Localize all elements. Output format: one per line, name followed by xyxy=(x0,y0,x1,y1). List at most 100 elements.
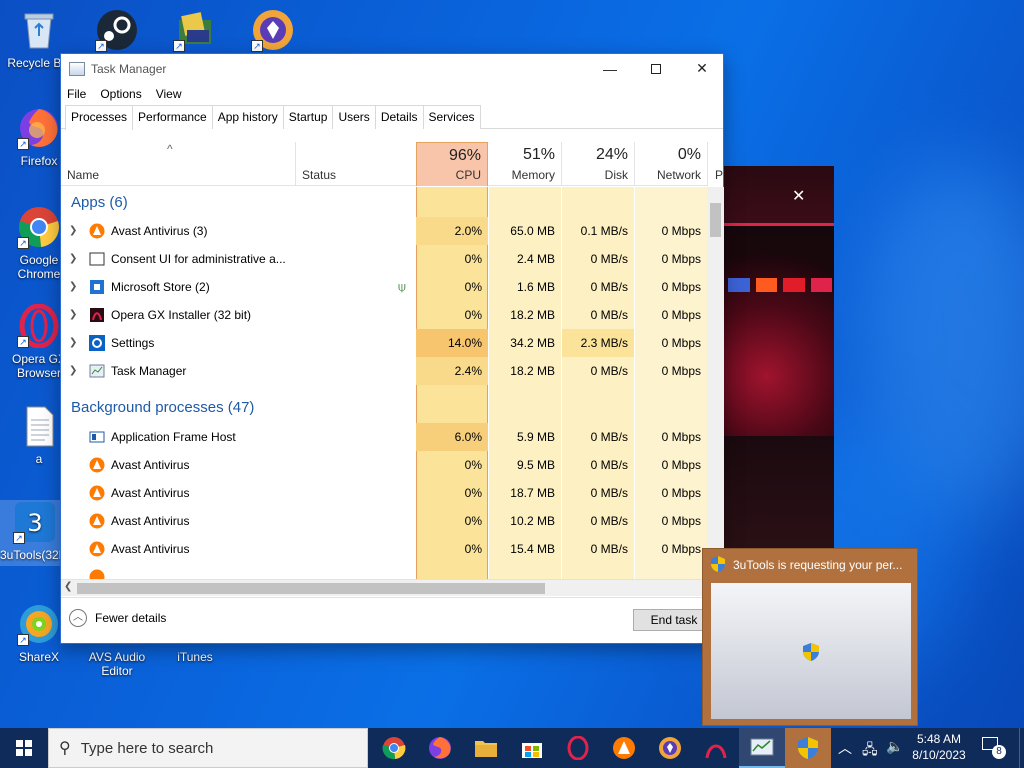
close-button[interactable]: ✕ xyxy=(679,54,725,83)
disk-value: 2.3 MB/s xyxy=(562,329,634,357)
close-icon[interactable]: ✕ xyxy=(792,186,805,206)
table-row[interactable]: Avast Antivirus 0% 18.7 MB 0 MB/s 0 Mbps xyxy=(61,479,707,507)
taskbar-avast-browser[interactable] xyxy=(647,728,693,768)
table-row[interactable]: ❯ Consent UI for administrative a... 0% … xyxy=(61,245,707,273)
disk-percent: 24% xyxy=(595,146,628,163)
column-power[interactable]: P xyxy=(709,142,725,186)
table-row[interactable]: ❯ Avast Antivirus (3) 2.0% 65.0 MB 0.1 M… xyxy=(61,217,707,245)
maximize-button[interactable] xyxy=(633,54,679,83)
table-row[interactable]: ❯ Task Manager 2.4% 18.2 MB 0 MB/s 0 Mbp… xyxy=(61,357,707,385)
window-title: Task Manager xyxy=(91,61,167,76)
expand-chevron-icon[interactable]: ❯ xyxy=(69,365,77,376)
task-manager-window[interactable]: Task Manager — ✕ File Options View Proce… xyxy=(60,53,724,644)
notification-center-button[interactable]: 8 xyxy=(982,737,1006,759)
process-list: Apps (6) ❯ Avast Antivirus (3) 2.0% 65.0… xyxy=(61,187,707,579)
tray-chevron-up-icon[interactable]: ︿ xyxy=(838,738,852,758)
table-row[interactable]: Avast Antivirus 0% 10.2 MB 0 MB/s 0 Mbps xyxy=(61,507,707,535)
taskbar-opera-gx[interactable] xyxy=(555,728,601,768)
table-row[interactable]: ❯ Settings 14.0% 34.2 MB 2.3 MB/s 0 Mbps xyxy=(61,329,707,357)
opera-gx-window[interactable]: ✕ xyxy=(722,166,834,550)
taskbar-store[interactable] xyxy=(509,728,555,768)
volume-icon[interactable]: 🔈 xyxy=(886,738,903,755)
column-network[interactable]: 0% Network xyxy=(635,142,707,186)
table-row[interactable]: ❯ Opera GX Installer (32 bit) 0% 18.2 MB… xyxy=(61,301,707,329)
taskbar-file-explorer[interactable] xyxy=(463,728,509,768)
horizontal-scroll-thumb[interactable] xyxy=(77,583,545,594)
taskbar-avast[interactable] xyxy=(601,728,647,768)
column-memory[interactable]: 51% Memory xyxy=(489,142,561,186)
clock[interactable]: 5:48 AM 8/10/2023 xyxy=(908,731,970,763)
taskbar-search[interactable]: ⚲ Type here to search xyxy=(48,728,368,768)
sharex-icon: ↗ xyxy=(17,602,61,646)
expand-chevron-icon[interactable]: ❯ xyxy=(69,225,77,236)
tab-startup[interactable]: Startup xyxy=(282,105,334,129)
microsoft-store-icon xyxy=(89,279,105,295)
menu-options[interactable]: Options xyxy=(100,87,141,101)
tab-details[interactable]: Details xyxy=(374,105,424,129)
process-name: Task Manager xyxy=(111,364,187,378)
expand-chevron-icon[interactable]: ❯ xyxy=(69,337,77,348)
avast-browser-icon: ↗ xyxy=(251,8,295,52)
show-desktop-button[interactable] xyxy=(1019,728,1024,768)
cpu-label: CPU xyxy=(455,168,481,182)
uac-preview-popup[interactable]: 3uTools is requesting your per... xyxy=(702,548,918,726)
process-name: Microsoft Store (2) xyxy=(111,280,210,294)
menu-file[interactable]: File xyxy=(67,87,86,101)
network-value: 0 Mbps xyxy=(661,514,701,528)
process-name: Avast Antivirus (3) xyxy=(111,224,208,238)
column-header: ^ Name Status 96% CPU 51% Memory 24% Dis… xyxy=(61,142,723,186)
taskbar-opera-installer[interactable] xyxy=(693,728,739,768)
memory-value: 5.9 MB xyxy=(516,430,555,444)
opera-gx-content xyxy=(722,236,834,436)
clock-date: 8/10/2023 xyxy=(912,748,966,762)
memory-value: 18.7 MB xyxy=(510,486,555,500)
end-task-label: End task xyxy=(650,613,698,627)
process-name: Avast Antivirus xyxy=(111,486,190,500)
table-row[interactable]: Avast Antivirus 0% 9.5 MB 0 MB/s 0 Mbps xyxy=(61,451,707,479)
horizontal-scrollbar[interactable]: ❮ ❯ xyxy=(61,579,724,596)
scroll-left-arrow-icon[interactable]: ❮ xyxy=(64,581,72,592)
vertical-scroll-thumb[interactable] xyxy=(710,203,721,237)
tab-performance[interactable]: Performance xyxy=(132,105,213,129)
memory-value: 1.6 MB xyxy=(516,280,555,294)
cpu-value: 2.4% xyxy=(416,357,488,385)
tab-processes[interactable]: Processes xyxy=(65,105,134,130)
table-row[interactable]: ❯ Microsoft Store (2) ⍦ 0% 1.6 MB 0 MB/s… xyxy=(61,273,707,301)
desktop-icon-label: iTunes xyxy=(177,650,213,664)
memory-value: 15.4 MB xyxy=(510,542,555,556)
tab-users[interactable]: Users xyxy=(332,105,376,129)
tab-app-history[interactable]: App history xyxy=(211,105,284,129)
avast-icon xyxy=(89,513,105,529)
taskbar-uac[interactable] xyxy=(785,728,831,768)
disk-value: 0 MB/s xyxy=(590,514,628,528)
table-row[interactable]: Application Frame Host 6.0% 5.9 MB 0 MB/… xyxy=(61,423,707,451)
vertical-scrollbar[interactable] xyxy=(707,187,724,579)
tab-services[interactable]: Services xyxy=(422,105,481,129)
menu-view[interactable]: View xyxy=(156,87,182,101)
fewer-details-button[interactable]: ︿ Fewer details xyxy=(69,609,166,627)
desktop-icon-folder-app[interactable]: ↗ xyxy=(160,8,230,56)
process-name: Avast Antivirus xyxy=(111,542,190,556)
column-disk[interactable]: 24% Disk xyxy=(562,142,634,186)
table-row[interactable] xyxy=(61,563,707,579)
expand-chevron-icon[interactable]: ❯ xyxy=(69,281,77,292)
desktop-icon-steam[interactable]: ↗ xyxy=(82,8,152,56)
disk-value: 0 MB/s xyxy=(590,542,628,556)
taskbar-firefox[interactable] xyxy=(417,728,463,768)
table-row[interactable]: Avast Antivirus 0% 15.4 MB 0 MB/s 0 Mbps xyxy=(61,535,707,563)
column-name[interactable]: Name xyxy=(61,142,295,186)
minimize-button[interactable]: — xyxy=(587,54,633,83)
desktop-icon-avast-browser[interactable]: ↗ xyxy=(238,8,308,56)
taskbar-task-manager[interactable] xyxy=(739,728,785,768)
tab-bar: Processes Performance App history Startu… xyxy=(61,105,723,130)
column-cpu[interactable]: 96% CPU xyxy=(416,142,488,186)
uac-preview-thumbnail[interactable] xyxy=(711,583,911,719)
uac-shield-icon xyxy=(711,555,725,575)
start-button[interactable] xyxy=(0,728,48,768)
expand-chevron-icon[interactable]: ❯ xyxy=(69,309,77,320)
network-icon[interactable]: 🖧 xyxy=(862,739,878,763)
cpu-value: 0% xyxy=(464,458,482,472)
expand-chevron-icon[interactable]: ❯ xyxy=(69,253,77,264)
column-status[interactable]: Status xyxy=(296,142,415,186)
taskbar-chrome[interactable] xyxy=(371,728,417,768)
